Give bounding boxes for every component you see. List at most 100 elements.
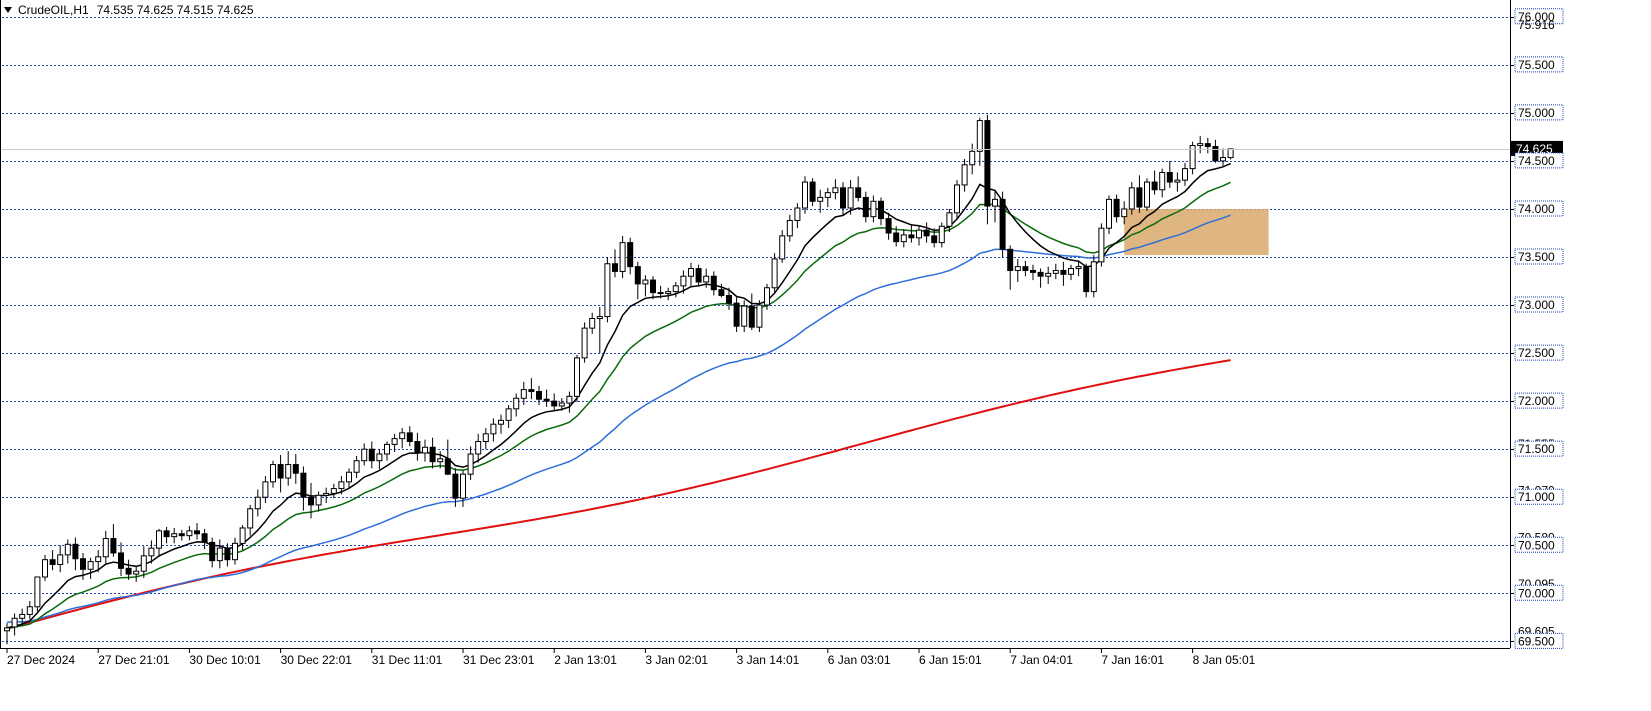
candle	[589, 312, 596, 334]
candles	[4, 114, 1234, 645]
candle	[1106, 195, 1112, 234]
bear-candle-body	[406, 432, 413, 442]
candle	[771, 253, 778, 293]
bull-candle-body	[315, 494, 322, 506]
moving-averages	[6, 162, 1231, 630]
candle	[194, 523, 200, 540]
candle	[551, 393, 558, 411]
time-label: 6 Jan 03:01	[828, 653, 891, 667]
bull-candle-body	[870, 200, 877, 218]
candle	[406, 426, 413, 447]
candle	[201, 528, 208, 550]
bull-candle-body	[186, 530, 193, 537]
candle	[384, 441, 390, 461]
candle	[543, 389, 550, 407]
price-chart[interactable]: 76.00075.91675.50075.00074.62574.50074.0…	[0, 0, 1651, 706]
bull-candle-body	[1227, 148, 1234, 159]
candle	[57, 545, 64, 573]
candle	[581, 322, 588, 363]
bull-candle-body	[1182, 168, 1188, 181]
bear-candle-body	[634, 266, 641, 285]
bear-candle-body	[536, 391, 542, 400]
bull-candle-body	[665, 291, 672, 295]
bull-candle-body	[247, 508, 254, 529]
bull-candle-body	[376, 453, 383, 462]
bull-candle-body	[1174, 179, 1181, 183]
bear-candle-body	[444, 458, 451, 475]
time-label: 31 Dec 23:01	[463, 653, 535, 667]
candle	[4, 623, 10, 645]
candle	[232, 537, 238, 565]
candle	[627, 237, 634, 275]
bull-candle-body	[270, 464, 276, 483]
bull-candle-body	[64, 543, 71, 556]
bear-candle-body	[543, 398, 550, 402]
bear-candle-body	[163, 530, 170, 538]
bear-candle-body	[855, 187, 862, 198]
candle	[923, 222, 930, 243]
candle	[756, 300, 763, 332]
time-label: 7 Jan 04:01	[1010, 653, 1073, 667]
bull-candle-body	[916, 229, 922, 239]
candle	[612, 249, 618, 278]
bear-candle-body	[984, 120, 991, 207]
time-label: 31 Dec 11:01	[372, 653, 443, 667]
candle	[634, 261, 641, 300]
bull-candle-body	[680, 275, 687, 287]
bull-candle-body	[558, 402, 565, 407]
bull-candle-body	[574, 357, 580, 397]
bear-candle-body	[201, 533, 208, 543]
candle	[938, 222, 945, 248]
candle	[186, 526, 193, 541]
candle	[596, 306, 603, 354]
bear-candle-body	[1166, 171, 1173, 183]
symbol-timeframe: CrudeOIL,H1	[18, 3, 89, 17]
bull-candle-body	[87, 561, 94, 570]
bear-candle-body	[110, 538, 117, 554]
bull-candle-body	[1144, 181, 1150, 208]
bear-candle-body	[1151, 181, 1158, 191]
bull-candle-body	[19, 613, 26, 619]
dropdown-triangle-icon[interactable]	[4, 7, 12, 13]
price-label: 72.000	[1518, 394, 1555, 408]
price-label: 72.500	[1518, 346, 1555, 360]
bull-candle-body	[399, 432, 406, 440]
bear-candle-body	[710, 275, 717, 291]
candle	[908, 224, 915, 243]
candle	[368, 441, 375, 469]
time-label: 30 Dec 10:01	[189, 653, 261, 667]
chart-window[interactable]: 76.000 75.916 75.500 75.000 74.625 74.500 74.0…	[0, 0, 1651, 706]
ohlc-values: 74.535 74.625 74.515 74.625	[96, 3, 254, 17]
candle	[391, 433, 398, 453]
candle	[1136, 175, 1143, 213]
candle	[650, 276, 656, 300]
time-label: 2 Jan 13:01	[554, 653, 617, 667]
bull-candle-body	[156, 530, 162, 549]
price-label-faint: 75.916	[1518, 18, 1555, 32]
bull-candle-body	[171, 533, 178, 538]
candle	[1052, 263, 1059, 280]
candle	[163, 527, 170, 544]
bull-candle-body	[254, 496, 261, 510]
time-label: 30 Dec 22:01	[281, 653, 353, 667]
bull-candle-body	[900, 234, 907, 243]
time-label: 7 Jan 16:01	[1101, 653, 1164, 667]
bear-candle-body	[999, 198, 1006, 250]
bull-candle-body	[34, 576, 41, 608]
candle	[1098, 223, 1105, 267]
candle	[604, 257, 611, 323]
candle	[102, 530, 109, 565]
candle	[1068, 264, 1074, 281]
bull-candle-body	[232, 542, 238, 561]
price-label: 71.000	[1518, 490, 1555, 504]
candle	[969, 143, 976, 175]
bull-candle-body	[4, 627, 10, 632]
bull-candle-body	[520, 389, 527, 399]
candle	[270, 460, 276, 488]
bear-candle-body	[118, 552, 124, 569]
time-label: 8 Jan 05:01	[1193, 653, 1256, 667]
bull-candle-body	[11, 617, 18, 628]
candle	[87, 557, 94, 579]
candle	[878, 197, 884, 226]
candle	[855, 176, 862, 202]
